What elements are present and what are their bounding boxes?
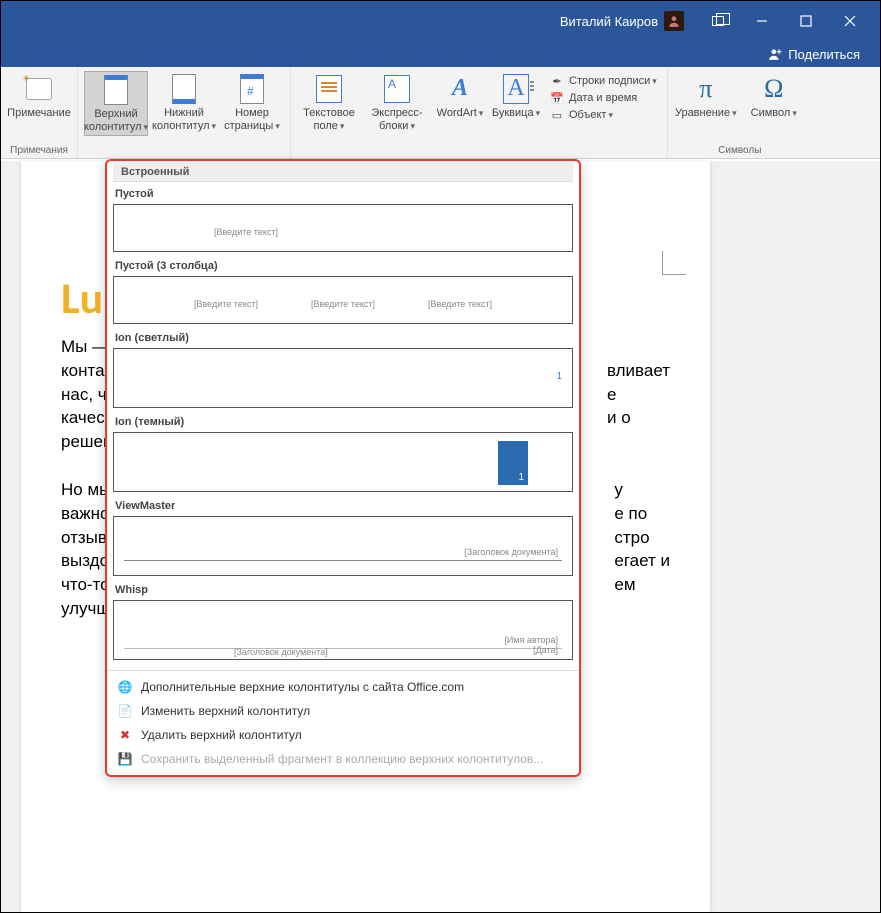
titlebar: Виталий Каиров <box>1 1 880 41</box>
footer-button[interactable]: Нижний колонтитул <box>152 71 216 136</box>
omega-icon: Ω <box>758 73 790 105</box>
page-number-icon <box>236 73 268 105</box>
object-button[interactable]: ▭Объект <box>549 107 657 123</box>
share-bar: Поделиться <box>1 41 880 67</box>
avatar-icon <box>664 11 684 31</box>
more-headers-office-button[interactable]: 🌐 Дополнительные верхние колонтитулы с с… <box>107 675 579 699</box>
remove-header-icon: ✖ <box>117 727 133 743</box>
maximize-button[interactable] <box>784 1 828 41</box>
remove-header-button[interactable]: ✖ Удалить верхний колонтитул <box>107 723 579 747</box>
gallery-item-ion-dark[interactable]: 1 <box>113 432 573 492</box>
edit-header-icon: 📄 <box>117 703 133 719</box>
textbox-icon <box>313 73 345 105</box>
gallery-item-viewmaster[interactable]: [Заголовок документа] <box>113 516 573 576</box>
gallery-footer: 🌐 Дополнительные верхние колонтитулы с с… <box>107 670 579 775</box>
edit-header-button[interactable]: 📄 Изменить верхний колонтитул <box>107 699 579 723</box>
object-icon: ▭ <box>549 107 565 123</box>
dropcap-button[interactable]: A Буквица <box>491 71 541 134</box>
signature-line-button[interactable]: ✒Строки подписи <box>549 73 657 89</box>
save-selection-icon: 💾 <box>117 751 133 767</box>
ribbon-group-headerfooter: Верхний колонтитул Нижний колонтитул Ном… <box>78 67 291 158</box>
ribbon-group-symbols: π Уравнение Ω Символ Символы <box>668 67 812 158</box>
wordart-button[interactable]: A WordArt <box>433 71 487 134</box>
share-button[interactable]: Поделиться <box>768 47 860 62</box>
comment-icon <box>23 73 55 105</box>
gallery-body[interactable]: Встроенный Пустой [Введите текст] Пустой… <box>107 161 579 670</box>
gallery-item-empty3[interactable]: [Введите текст] [Введите текст] [Введите… <box>113 276 573 324</box>
ribbon-group-comments: Примечание Примечания <box>1 67 78 158</box>
gallery-item-label: Whisp <box>115 584 573 596</box>
wordart-icon: A <box>444 73 476 105</box>
username: Виталий Каиров <box>560 14 658 29</box>
text-side-list: ✒Строки подписи 📅Дата и время ▭Объект <box>545 71 661 134</box>
calendar-icon: 📅 <box>549 90 565 106</box>
symbol-button[interactable]: Ω Символ <box>742 71 806 122</box>
footer-icon <box>168 73 200 105</box>
ribbon: Примечание Примечания Верхний колонтитул… <box>1 67 880 159</box>
datetime-button[interactable]: 📅Дата и время <box>549 90 657 106</box>
office-icon: 🌐 <box>117 679 133 695</box>
gallery-item-ion-light[interactable]: 1 <box>113 348 573 408</box>
gallery-item-label: Пустой (3 столбца) <box>115 260 573 272</box>
save-selection-button: 💾 Сохранить выделенный фрагмент в коллек… <box>107 747 579 771</box>
dropcap-icon: A <box>500 73 532 105</box>
doc-paragraph-right: вливает е и о <box>607 335 670 454</box>
gallery-item-whisp[interactable]: [Заголовок документа] [Имя автора] [Дата… <box>113 600 573 660</box>
gallery-item-label: Пустой <box>115 188 573 200</box>
gallery-item-label: Ion (светлый) <box>115 332 573 344</box>
new-comment-button[interactable]: Примечание <box>7 71 71 122</box>
doc-paragraph-right: у е по стро егает и ем <box>614 478 670 621</box>
ribbon-options-button[interactable] <box>696 1 740 41</box>
page-number-button[interactable]: Номер страницы <box>220 71 284 136</box>
minimize-button[interactable] <box>740 1 784 41</box>
signature-icon: ✒ <box>549 73 565 89</box>
margin-marker <box>662 251 686 275</box>
pi-icon: π <box>690 73 722 105</box>
equation-button[interactable]: π Уравнение <box>674 71 738 122</box>
gallery-item-label: Ion (темный) <box>115 416 573 428</box>
header-icon <box>100 74 132 106</box>
ribbon-group-text: Текстовое поле Экспресс-блоки A WordArt … <box>291 67 668 158</box>
close-button[interactable] <box>828 1 872 41</box>
header-button[interactable]: Верхний колонтитул <box>84 71 148 136</box>
quickparts-button[interactable]: Экспресс-блоки <box>365 71 429 134</box>
header-gallery-dropdown: Встроенный Пустой [Введите текст] Пустой… <box>105 159 581 777</box>
gallery-item-empty[interactable]: [Введите текст] <box>113 204 573 252</box>
gallery-item-label: ViewMaster <box>115 500 573 512</box>
textbox-button[interactable]: Текстовое поле <box>297 71 361 134</box>
user-account[interactable]: Виталий Каиров <box>560 11 684 31</box>
quickparts-icon <box>381 73 413 105</box>
group-label-comments: Примечания <box>10 145 68 156</box>
group-label-symbols: Символы <box>718 145 761 156</box>
person-plus-icon <box>768 47 782 61</box>
gallery-section-label: Встроенный <box>113 163 573 182</box>
